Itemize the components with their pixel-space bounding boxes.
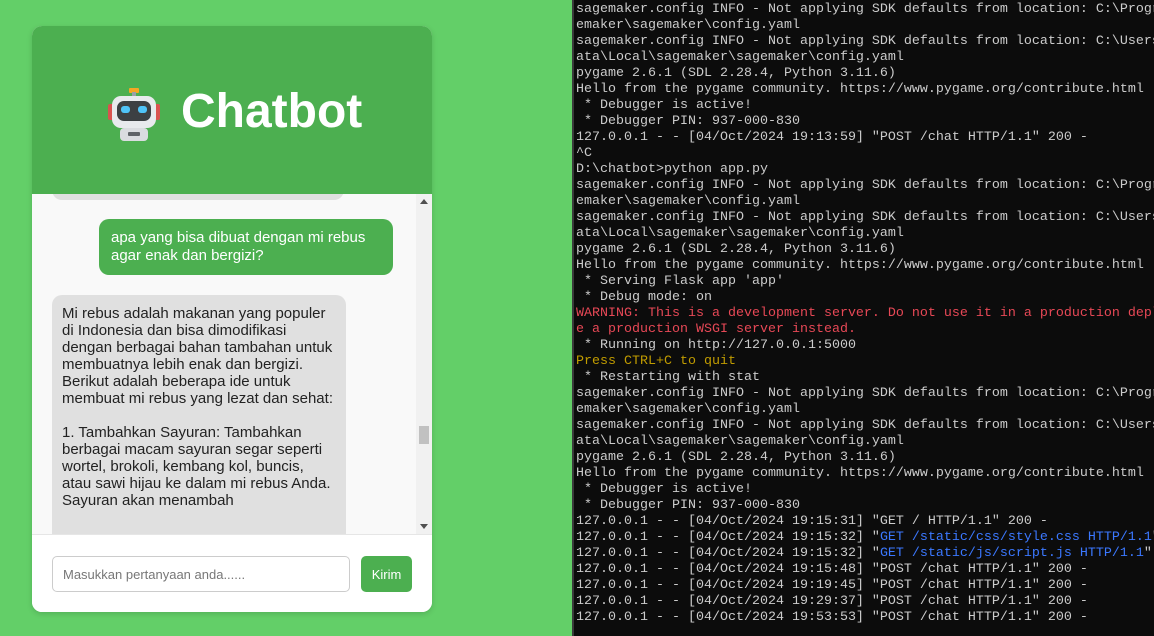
terminal-line-text: sagemaker.config INFO - Not applying SDK… — [576, 418, 1154, 433]
terminal-line: sagemaker.config INFO - Not applying SDK… — [576, 418, 1154, 434]
terminal-line: sagemaker.config INFO - Not applying SDK… — [576, 178, 1154, 194]
terminal-line: D:\chatbot>python app.py — [576, 162, 1154, 178]
terminal-line-text: pygame 2.6.1 (SDL 2.28.4, Python 3.11.6) — [576, 450, 896, 465]
terminal-line-text: * Restarting with stat — [576, 370, 760, 385]
terminal-line-text: Hello from the pygame community. https:/… — [576, 258, 1144, 273]
terminal-line: 127.0.0.1 - - [04/Oct/2024 19:19:45] "PO… — [576, 578, 1154, 594]
terminal-line: * Restarting with stat — [576, 370, 1154, 386]
robot-icon — [108, 88, 160, 141]
terminal-line: * Running on http://127.0.0.1:5000 — [576, 338, 1154, 354]
bot-message: Mi rebus adalah makanan yang populer di … — [52, 295, 346, 534]
terminal-line: 127.0.0.1 - - [04/Oct/2024 19:53:53] "PO… — [576, 610, 1154, 626]
terminal-line-text: * Debugger is active! — [576, 482, 752, 497]
terminal-line-text: 127.0.0.1 - - [04/Oct/2024 19:15:32] " — [576, 530, 880, 545]
terminal-line-text: * Debug mode: on — [576, 290, 712, 305]
terminal-line-text: emaker\sagemaker\config.yaml — [576, 402, 800, 417]
chat-header: Chatbot — [32, 26, 432, 194]
send-button[interactable]: Kirim — [361, 556, 412, 592]
terminal-line-text: pygame 2.6.1 (SDL 2.28.4, Python 3.11.6) — [576, 242, 896, 257]
terminal-line-tail: " — [1143, 546, 1152, 561]
chat-title: Chatbot — [181, 85, 363, 138]
terminal-line: ata\Local\sagemaker\sagemaker\config.yam… — [576, 434, 1154, 450]
terminal-line-text: 127.0.0.1 - - [04/Oct/2024 19:15:31] "GE… — [576, 514, 1048, 529]
terminal-line-text: Hello from the pygame community. https:/… — [576, 82, 1144, 97]
terminal-line: 127.0.0.1 - - [04/Oct/2024 19:13:59] "PO… — [576, 130, 1154, 146]
terminal-line: Hello from the pygame community. https:/… — [576, 258, 1154, 274]
terminal-line-text: WARNING: This is a development server. D… — [576, 306, 1154, 321]
chat-input-bar: Kirim — [32, 534, 432, 612]
terminal-line: Press CTRL+C to quit — [576, 354, 1154, 370]
terminal-line: * Debug mode: on — [576, 290, 1154, 306]
terminal-line-text: * Debugger PIN: 937-000-830 — [576, 498, 800, 513]
terminal-line-text: sagemaker.config INFO - Not applying SDK… — [576, 2, 1154, 17]
terminal-line: 127.0.0.1 - - [04/Oct/2024 19:15:32] "GE… — [576, 530, 1154, 546]
terminal-line-text: pygame 2.6.1 (SDL 2.28.4, Python 3.11.6) — [576, 66, 896, 81]
user-message: apa yang bisa dibuat dengan mi rebus aga… — [99, 219, 393, 275]
terminal-line: 127.0.0.1 - - [04/Oct/2024 19:15:31] "GE… — [576, 514, 1154, 530]
terminal-line-text: 127.0.0.1 - - [04/Oct/2024 19:15:32] " — [576, 546, 880, 561]
terminal-line-text: 127.0.0.1 - - [04/Oct/2024 19:15:48] "PO… — [576, 562, 1088, 577]
terminal-line-text: Hello from the pygame community. https:/… — [576, 466, 1144, 481]
terminal-highlighted-request: GET /static/css/style.css HTTP/1.1 — [879, 530, 1152, 545]
terminal-line-text: ata\Local\sagemaker\sagemaker\config.yam… — [576, 226, 904, 241]
chat-container: Chatbot apa yang bisa dibuat dengan mi r… — [32, 26, 432, 612]
terminal-line-text: D:\chatbot>python app.py — [576, 162, 768, 177]
terminal-line: sagemaker.config INFO - Not applying SDK… — [576, 2, 1154, 18]
terminal-line-text: * Debugger PIN: 937-000-830 — [576, 114, 800, 129]
scrollbar-thumb[interactable] — [419, 426, 429, 444]
terminal-line-text: 127.0.0.1 - - [04/Oct/2024 19:19:45] "PO… — [576, 578, 1088, 593]
terminal-line: sagemaker.config INFO - Not applying SDK… — [576, 34, 1154, 50]
terminal-line-text: ^C — [576, 146, 592, 161]
terminal-line: sagemaker.config INFO - Not applying SDK… — [576, 386, 1154, 402]
terminal-line: ata\Local\sagemaker\sagemaker\config.yam… — [576, 226, 1154, 242]
scroll-down-arrow-icon[interactable] — [420, 524, 428, 529]
terminal-line-text: ata\Local\sagemaker\sagemaker\config.yam… — [576, 434, 904, 449]
terminal-line: sagemaker.config INFO - Not applying SDK… — [576, 210, 1154, 226]
terminal-line-text: e a production WSGI server instead. — [576, 322, 856, 337]
terminal-line-text: ata\Local\sagemaker\sagemaker\config.yam… — [576, 50, 904, 65]
terminal-line: emaker\sagemaker\config.yaml — [576, 402, 1154, 418]
terminal-line: * Debugger PIN: 937-000-830 — [576, 114, 1154, 130]
message-list[interactable]: apa yang bisa dibuat dengan mi rebus aga… — [32, 194, 432, 534]
terminal-line: * Debugger is active! — [576, 98, 1154, 114]
terminal-line: emaker\sagemaker\config.yaml — [576, 194, 1154, 210]
terminal-line-text: sagemaker.config INFO - Not applying SDK… — [576, 210, 1154, 225]
terminal-line: 127.0.0.1 - - [04/Oct/2024 19:15:48] "PO… — [576, 562, 1154, 578]
terminal-line: Hello from the pygame community. https:/… — [576, 82, 1154, 98]
terminal-line-text: emaker\sagemaker\config.yaml — [576, 194, 800, 209]
scroll-up-arrow-icon[interactable] — [420, 199, 428, 204]
terminal-line-text: * Serving Flask app 'app' — [576, 274, 784, 289]
terminal-line: * Debugger is active! — [576, 482, 1154, 498]
terminal-line-text: sagemaker.config INFO - Not applying SDK… — [576, 386, 1154, 401]
terminal-line: emaker\sagemaker\config.yaml — [576, 18, 1154, 34]
previous-message-bubble — [52, 194, 344, 200]
question-input[interactable] — [52, 556, 350, 592]
terminal-line: pygame 2.6.1 (SDL 2.28.4, Python 3.11.6) — [576, 242, 1154, 258]
terminal-line-text: * Running on http://127.0.0.1:5000 — [576, 338, 856, 353]
terminal-line: e a production WSGI server instead. — [576, 322, 1154, 338]
terminal-line-text: Press CTRL+C to quit — [576, 354, 736, 369]
terminal-line-text: 127.0.0.1 - - [04/Oct/2024 19:53:53] "PO… — [576, 610, 1088, 625]
terminal-line: pygame 2.6.1 (SDL 2.28.4, Python 3.11.6) — [576, 66, 1154, 82]
terminal-highlighted-request: GET /static/js/script.js HTTP/1.1 — [879, 546, 1144, 561]
terminal-line: pygame 2.6.1 (SDL 2.28.4, Python 3.11.6) — [576, 450, 1154, 466]
terminal-line-text: emaker\sagemaker\config.yaml — [576, 18, 800, 33]
terminal-line: 127.0.0.1 - - [04/Oct/2024 19:29:37] "PO… — [576, 594, 1154, 610]
browser-viewport: Chatbot apa yang bisa dibuat dengan mi r… — [0, 0, 572, 636]
terminal-line: * Serving Flask app 'app' — [576, 274, 1154, 290]
terminal-line-text: 127.0.0.1 - - [04/Oct/2024 19:13:59] "PO… — [576, 130, 1088, 145]
terminal-line: ^C — [576, 146, 1154, 162]
terminal-line-text: sagemaker.config INFO - Not applying SDK… — [576, 34, 1154, 49]
terminal-window[interactable]: sagemaker.config INFO - Not applying SDK… — [572, 0, 1154, 636]
terminal-line: * Debugger PIN: 937-000-830 — [576, 498, 1154, 514]
terminal-output: sagemaker.config INFO - Not applying SDK… — [576, 2, 1154, 626]
terminal-line: ata\Local\sagemaker\sagemaker\config.yam… — [576, 50, 1154, 66]
terminal-line: 127.0.0.1 - - [04/Oct/2024 19:15:32] "GE… — [576, 546, 1154, 562]
terminal-line-text: * Debugger is active! — [576, 98, 752, 113]
terminal-line-text: sagemaker.config INFO - Not applying SDK… — [576, 178, 1154, 193]
terminal-line-text: 127.0.0.1 - - [04/Oct/2024 19:29:37] "PO… — [576, 594, 1088, 609]
terminal-line: WARNING: This is a development server. D… — [576, 306, 1154, 322]
message-scrollbar[interactable] — [416, 194, 432, 534]
terminal-line: Hello from the pygame community. https:/… — [576, 466, 1154, 482]
